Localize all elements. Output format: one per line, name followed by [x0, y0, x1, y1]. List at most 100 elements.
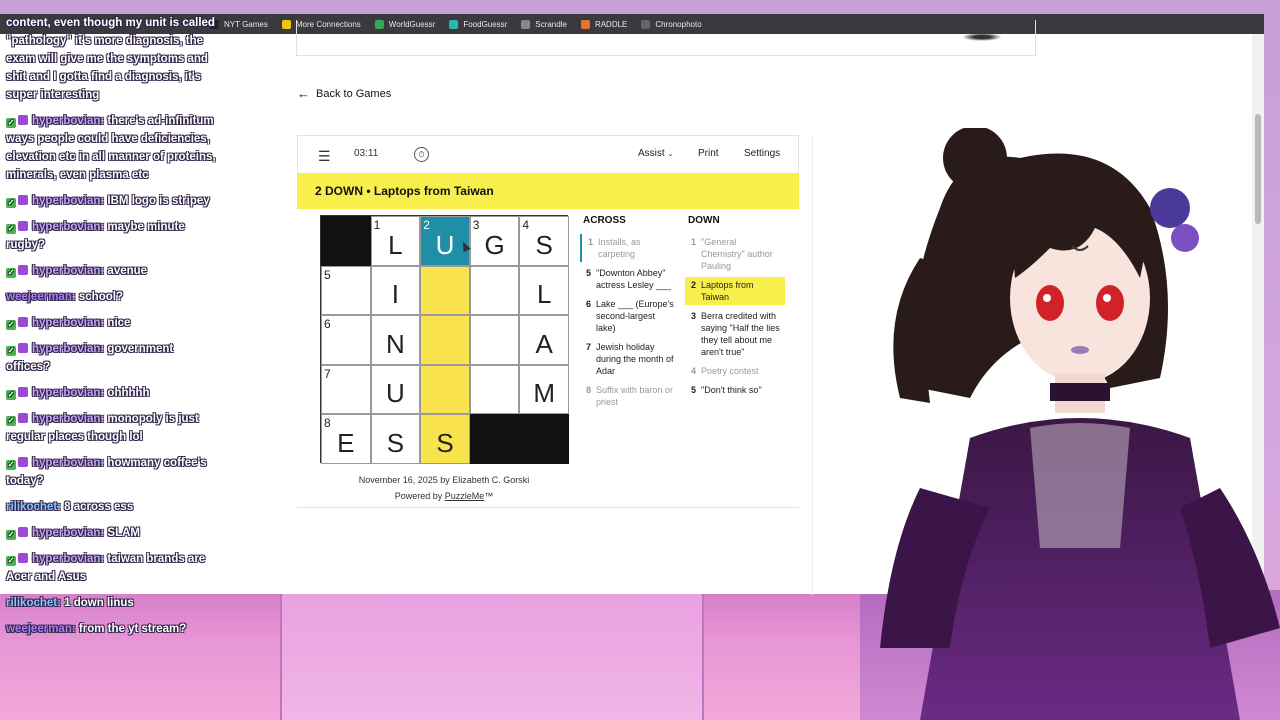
grid-cell[interactable] [469, 315, 520, 365]
current-clue-banner: 2 DOWN • Laptops from Taiwan [297, 173, 799, 209]
grid-cell[interactable]: 5 [321, 265, 371, 316]
powered-by: Powered by PuzzleMe™ [320, 488, 568, 504]
chat-text: 8 across ess [64, 501, 134, 513]
grid-cell[interactable]: 8E [321, 414, 371, 464]
powered-prefix: Powered by [394, 491, 445, 501]
hamburger-menu-icon[interactable]: ☰ [318, 148, 331, 165]
clue-down-5[interactable]: 5 "Don't think so" [685, 382, 785, 398]
grid-cell-black [469, 414, 520, 464]
chat-username: weejeerman: [6, 623, 76, 635]
subscriber-badge-icon [18, 527, 28, 537]
page-header [296, 20, 1036, 56]
grid-cell[interactable] [420, 364, 470, 415]
across-heading: ACROSS [583, 215, 626, 226]
cell-number: 5 [324, 267, 331, 282]
subscriber-badge-icon [18, 115, 28, 125]
cell-letter: L [388, 229, 403, 260]
grid-cell[interactable]: 7 [321, 364, 371, 415]
verified-badge-icon: ✓ [6, 556, 16, 566]
clue-down-4[interactable]: 4 Poetry contest [685, 363, 785, 379]
back-to-games-link[interactable]: ← Back to Games [297, 86, 391, 101]
chat-text: from the yt stream? [78, 623, 187, 635]
subscriber-badge-icon [18, 221, 28, 231]
chat-message: ✓ hyperbovian: taiwan brands are Acer and… [6, 550, 220, 586]
clue-text: Suffix with baron or priest [596, 385, 673, 407]
grid-cell[interactable] [420, 315, 470, 365]
clue-number: 1 [690, 237, 696, 247]
verified-badge-icon: ✓ [6, 320, 16, 330]
chat-username: hyperbovian: [32, 343, 105, 355]
clue-down-2[interactable]: 2 Laptops from Taiwan [685, 277, 785, 305]
grid-cell[interactable]: I [370, 265, 421, 316]
print-button[interactable]: Print [698, 148, 719, 159]
grid-cell[interactable]: S [370, 414, 421, 464]
chat-message: rilikochet: 1 down linus [6, 594, 220, 612]
subscriber-badge-icon [18, 457, 28, 467]
clue-across-6[interactable]: 6 Lake ___ (Europe's second-largest lake) [580, 296, 680, 336]
chat-username: weejeerman: [6, 291, 76, 303]
chat-username: hyperbovian: [32, 195, 105, 207]
crossword-grid[interactable]: 1L2U3G4S5IL6NA7UM8ESS [320, 215, 569, 464]
cell-letter: E [337, 427, 355, 458]
clue-number: 4 [690, 366, 696, 376]
cell-letter: U [386, 378, 405, 409]
clue-text: Poetry contest [701, 366, 759, 376]
chat-message: ✓ hyperbovian: monopoly is just regular p… [6, 410, 220, 446]
chat-text: nice [107, 317, 131, 329]
chat-message: ✓ hyperbovian: nice [6, 314, 220, 332]
clue-across-5[interactable]: 5 "Downton Abbey" actress Lesley ___ [580, 265, 680, 293]
subscriber-badge-icon [18, 195, 28, 205]
divider [297, 507, 799, 508]
cell-letter: N [386, 328, 405, 359]
verified-badge-icon: ✓ [6, 390, 16, 400]
chat-username: hyperbovian: [32, 265, 105, 277]
assist-button[interactable]: Assist ⌄ [638, 148, 673, 159]
down-heading: DOWN [688, 215, 720, 226]
verified-badge-icon: ✓ [6, 224, 16, 234]
grid-cell[interactable]: 6 [321, 315, 371, 365]
chat-text: IBM logo is stripey [107, 195, 210, 207]
chat-message: ✓ hyperbovian: IBM logo is stripey [6, 192, 220, 210]
clue-across-7[interactable]: 7 Jewish holiday during the month of Adar [580, 339, 680, 379]
grid-cell[interactable]: U [370, 364, 421, 415]
grid-cell[interactable]: 1L [370, 216, 421, 266]
timer-toggle-icon[interactable]: ⏱ [414, 147, 429, 162]
chat-username: rilikochet: [6, 597, 61, 609]
grid-cell[interactable]: N [370, 315, 421, 365]
cell-number: 3 [472, 218, 480, 232]
chat-username: hyperbovian: [32, 115, 105, 127]
puzzleme-link[interactable]: PuzzleMe [445, 491, 485, 501]
powered-suffix: ™ [484, 491, 494, 501]
verified-badge-icon: ✓ [6, 198, 16, 208]
cell-letter: M [533, 378, 555, 409]
grid-cell[interactable]: A [519, 315, 569, 365]
settings-button[interactable]: Settings [744, 148, 780, 159]
chat-message: ✓ hyperbovian: there's ad-infinitum ways … [6, 112, 220, 184]
chat-message: weejeerman: school? [6, 288, 220, 306]
clue-text: Installs, as carpeting [598, 237, 641, 259]
clue-number: 5 [690, 385, 696, 395]
timer: 03:11 [354, 148, 379, 159]
chat-text: school? [78, 291, 123, 303]
clue-down-1[interactable]: 1 "General Chemistry" author Pauling [685, 234, 785, 274]
cell-letter: I [391, 279, 399, 310]
clue-down-3[interactable]: 3 Berra credited with saying "Half the li… [685, 308, 785, 360]
clue-text: Lake ___ (Europe's second-largest lake) [596, 299, 674, 333]
chat-username: hyperbovian: [32, 221, 105, 233]
grid-cell[interactable]: L [519, 265, 569, 316]
clue-across-8[interactable]: 8 Suffix with baron or priest [580, 382, 680, 410]
grid-cell[interactable]: 4S [519, 216, 569, 266]
grid-cell[interactable] [469, 364, 520, 415]
clue-number: 2 [690, 280, 696, 290]
grid-cell[interactable] [469, 265, 520, 316]
clue-across-1[interactable]: 1 Installs, as carpeting [580, 234, 680, 262]
grid-cell[interactable]: M [519, 364, 569, 415]
grid-cell[interactable] [420, 265, 470, 316]
grid-cell[interactable]: 3G [469, 216, 520, 266]
across-clues: ACROSS 1 Installs, as carpeting 5 "Downton … [580, 215, 680, 413]
grid-cell[interactable]: S [420, 414, 470, 464]
cell-letter: L [536, 279, 552, 310]
chat-message: content, even though my unit is called "… [6, 14, 220, 104]
bookmark-favicon-icon [281, 19, 291, 29]
clue-number: 8 [585, 385, 591, 395]
